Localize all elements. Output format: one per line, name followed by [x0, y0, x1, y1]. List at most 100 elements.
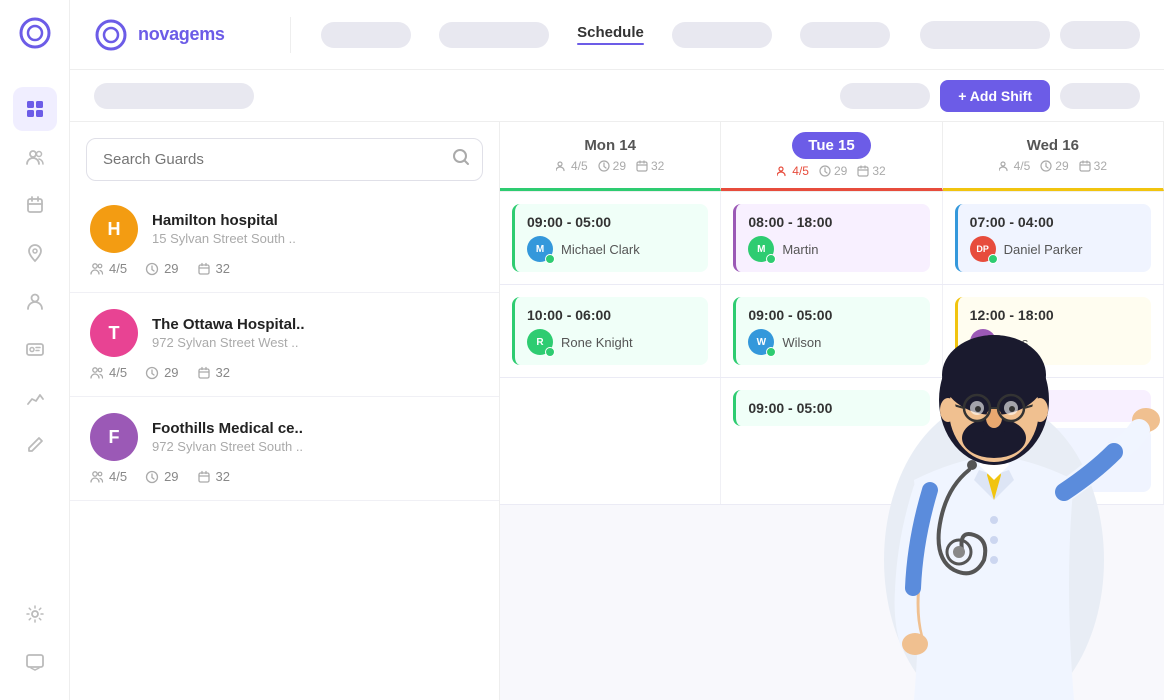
nav-pill-1[interactable] [321, 22, 411, 48]
guard-name-martin: Martin [782, 242, 818, 257]
clock-icon-ottawa [145, 366, 159, 380]
sidebar-item-dashboard[interactable] [13, 87, 57, 131]
location-address-foothills: 972 Sylvan Street South .. [152, 439, 479, 454]
schedule-cell-ottawa-tue: 09:00 - 05:00 W Wilson [721, 285, 942, 377]
shift-time: 09:00 - 05:00 [527, 214, 696, 230]
shift-time-martin: 08:00 - 18:00 [748, 214, 917, 230]
schedule-tab-label: Schedule [577, 24, 644, 41]
sidebar-item-location[interactable] [13, 231, 57, 275]
search-input[interactable] [86, 138, 483, 181]
schedule-row-ottawa: 10:00 - 06:00 R Rone Knight [500, 285, 1164, 378]
location-avatar-foothills: F [90, 413, 138, 461]
sidebar-item-settings[interactable] [13, 592, 57, 636]
day-col-tue: Tue 15 4/5 29 [721, 122, 942, 191]
day-col-wed: Wed 16 4/5 29 [943, 122, 1164, 191]
add-shift-button[interactable]: + Add Shift [940, 80, 1050, 112]
chart-icon [25, 387, 45, 407]
topnav-right [920, 21, 1140, 49]
people-stat-icon [556, 160, 568, 172]
search-button[interactable] [451, 147, 471, 173]
shift-card-ottawa-mon-1[interactable]: 10:00 - 06:00 R Rone Knight [512, 297, 708, 365]
id-card-icon [25, 339, 45, 359]
guard-name-daniel: Daniel Parker [1004, 242, 1083, 257]
message-icon [25, 652, 45, 672]
calendar-icon-foothills [197, 470, 211, 484]
sidebar-item-guards[interactable] [13, 135, 57, 179]
sidebar-item-person[interactable] [13, 279, 57, 323]
guard-name-wilson: Wilson [782, 335, 821, 350]
shift-time-daniel: 07:00 - 04:00 [970, 214, 1139, 230]
location-name-ottawa: The Ottawa Hospital.. [152, 316, 479, 333]
brand-name: novagems [138, 24, 225, 45]
nav-pill-3[interactable] [672, 22, 772, 48]
people-icon-foothills [90, 470, 104, 484]
sidebar-item-chart[interactable] [13, 375, 57, 419]
stat-hours-hamilton: 29 [145, 261, 178, 276]
schedule-body: 09:00 - 05:00 M Michael Clark [500, 192, 1164, 700]
sidebar-item-message[interactable] [13, 640, 57, 684]
search-icon [451, 147, 471, 167]
shift-card-hamilton-tue-1[interactable]: 08:00 - 18:00 M Martin [733, 204, 929, 272]
topnav-right-pill2[interactable] [1060, 21, 1140, 49]
nav-pill-2[interactable] [439, 22, 549, 48]
schedule-cell-ottawa-wed: 12:00 - 18:00 J ...es [943, 285, 1164, 377]
location-stats-ottawa: 4/5 29 32 [90, 365, 479, 380]
shift-card-ottawa-tue-1[interactable]: 09:00 - 05:00 W Wilson [733, 297, 929, 365]
shift-card-foothills-wed-2[interactable]: ...00 DM David Miller [955, 428, 1151, 492]
settings-icon [25, 604, 45, 624]
location-stats-foothills: 4/5 29 32 [90, 469, 479, 484]
schedule-cell-hamilton-mon: 09:00 - 05:00 M Michael Clark [500, 192, 721, 284]
location-name-hamilton: Hamilton hospital [152, 212, 479, 229]
nav-pill-4[interactable] [800, 22, 890, 48]
shift-card-foothills-wed-1[interactable]: ...ight [955, 390, 1151, 422]
location-name-foothills: Foothills Medical ce.. [152, 420, 479, 437]
toolbar-right-pill[interactable] [1060, 83, 1140, 109]
people-stat-tue-icon [777, 165, 789, 177]
schedule-cell-ottawa-mon: 10:00 - 06:00 R Rone Knight [500, 285, 721, 377]
toolbar-view-pill[interactable] [840, 83, 930, 109]
topnav-brand: novagems [94, 18, 274, 52]
clock-stat-icon [598, 160, 610, 172]
toolbar-left-pill[interactable] [94, 83, 254, 109]
day-stats-mon: 4/5 29 32 [556, 159, 664, 173]
stat-shifts-hamilton: 32 [197, 261, 230, 276]
topnav-tabs: Schedule [307, 22, 904, 48]
toolbar: + Add Shift [70, 70, 1164, 122]
shift-card-hamilton-wed-1[interactable]: 07:00 - 04:00 DP Daniel Parker [955, 204, 1151, 272]
shift-card-foothills-tue-1[interactable]: 09:00 - 05:00 [733, 390, 929, 426]
sidebar-item-id-card[interactable] [13, 327, 57, 371]
location-address-hamilton: 15 Sylvan Street South .. [152, 231, 479, 246]
location-item-hamilton[interactable]: H Hamilton hospital 15 Sylvan Street Sou… [70, 189, 499, 293]
shift-time-ottawa-wed: 12:00 - 18:00 [970, 307, 1139, 323]
location-item-ottawa[interactable]: T The Ottawa Hospital.. 972 Sylvan Stree… [70, 293, 499, 397]
topnav-right-pill1[interactable] [920, 21, 1050, 49]
location-item-foothills[interactable]: F Foothills Medical ce.. 972 Sylvan Stre… [70, 397, 499, 501]
guards-icon [25, 147, 45, 167]
schedule-icon [25, 195, 45, 215]
location-address-ottawa: 972 Sylvan Street West .. [152, 335, 479, 350]
schedule-cell-hamilton-wed: 07:00 - 04:00 DP Daniel Parker [943, 192, 1164, 284]
day-label-mon: Mon 14 [584, 137, 636, 154]
sidebar-logo [18, 16, 52, 55]
guard-avatar-wilson: W [748, 329, 774, 355]
location-stats-hamilton: 4/5 29 32 [90, 261, 479, 276]
shift-card-ottawa-wed-1[interactable]: 12:00 - 18:00 J ...es [955, 297, 1151, 365]
sidebar-item-schedule[interactable] [13, 183, 57, 227]
brand-logo-icon [94, 18, 128, 52]
guard-name-michael: Michael Clark [561, 242, 640, 257]
day-stats-wed: 4/5 29 32 [999, 159, 1107, 173]
sidebar-item-edit[interactable] [13, 423, 57, 467]
day-col-mon: Mon 14 4/5 29 [500, 122, 721, 191]
schedule-cell-foothills-tue: 09:00 - 05:00 [721, 378, 942, 504]
guard-avatar-martin: M [748, 236, 774, 262]
shift-card-hamilton-mon-1[interactable]: 09:00 - 05:00 M Michael Clark [512, 204, 708, 272]
people-icon [90, 262, 104, 276]
search-box [86, 138, 483, 181]
logo-icon [18, 16, 52, 50]
schedule-cell-foothills-wed: ...ight ...00 DM David Miller [943, 378, 1164, 504]
calendar-icon-ottawa [197, 366, 211, 380]
schedule-cell-hamilton-tue: 08:00 - 18:00 M Martin [721, 192, 942, 284]
tab-schedule[interactable]: Schedule [577, 24, 644, 45]
day-stats-tue: 4/5 29 32 [777, 164, 885, 178]
calendar-icon-hamilton [197, 262, 211, 276]
